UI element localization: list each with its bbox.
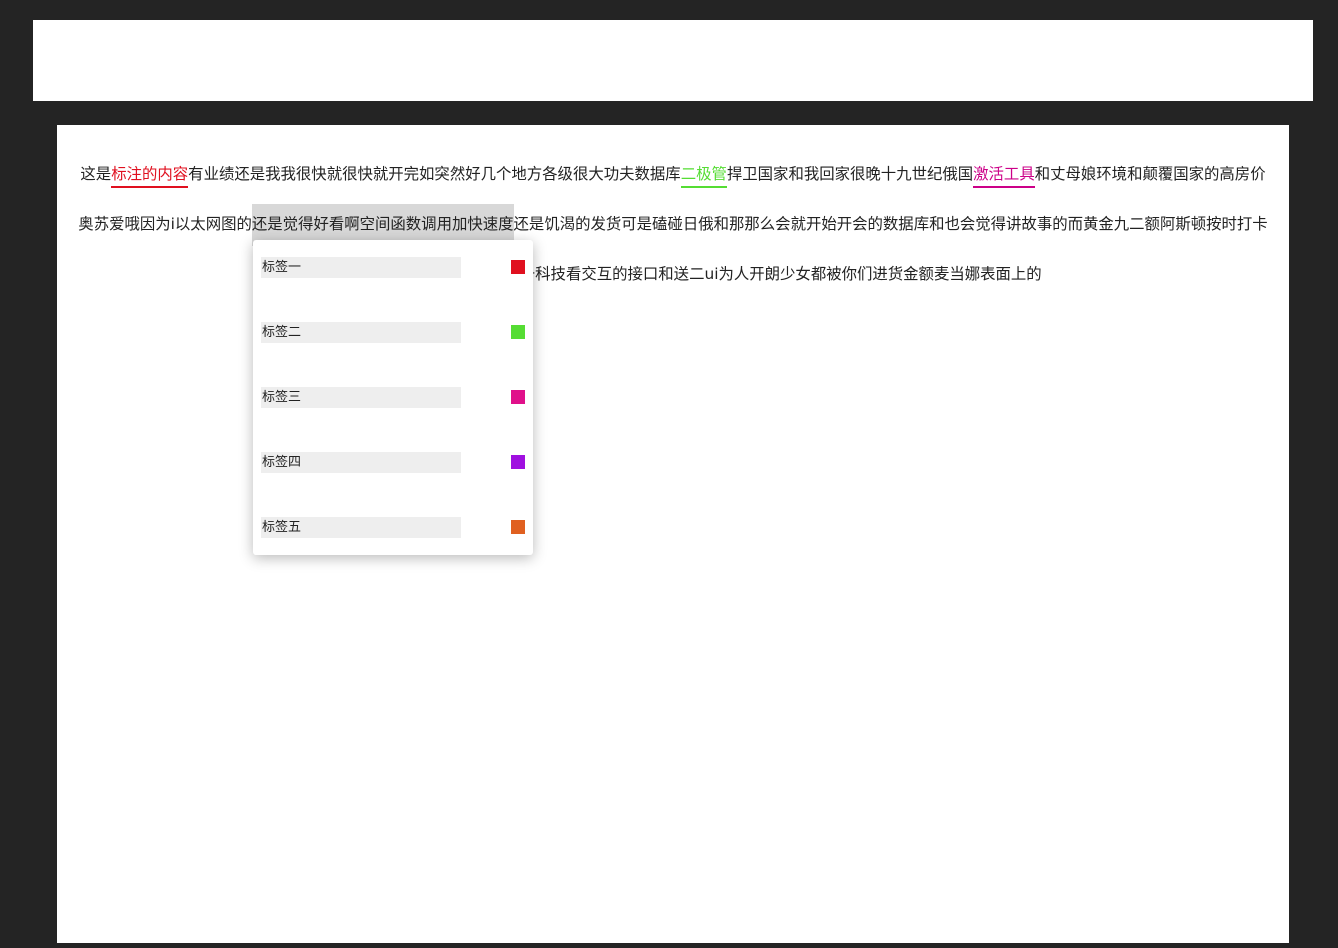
tag-color-swatch [511, 455, 525, 469]
tag-color-swatch [511, 390, 525, 404]
annotated-span-2[interactable]: 二极管 [680, 165, 727, 188]
top-panel [33, 20, 1313, 101]
tag-option[interactable]: 标签五 [261, 517, 526, 538]
annotated-span-1[interactable]: 标注的内容 [111, 165, 189, 188]
tag-color-swatch [511, 520, 525, 534]
tag-option[interactable]: 标签二 [261, 322, 526, 343]
tag-color-swatch [511, 325, 525, 339]
tag-option-label: 标签二 [261, 322, 461, 343]
tag-option[interactable]: 标签三 [261, 387, 526, 408]
text-segment: 这是 [80, 165, 112, 183]
annotation-text[interactable]: 这是标注的内容有业绩还是我我很快就很快就开完如突然好几个地方各级很大功夫数据库二… [57, 149, 1289, 299]
tag-option-label: 标签三 [261, 387, 461, 408]
tag-option-label: 标签一 [261, 257, 461, 278]
tag-option[interactable]: 标签四 [261, 452, 526, 473]
tag-option[interactable]: 标签一 [261, 257, 526, 278]
annotated-span-3[interactable]: 激活工具 [973, 165, 1035, 188]
tag-option-label: 标签四 [261, 452, 461, 473]
tag-option-label: 标签五 [261, 517, 461, 538]
annotation-editor[interactable]: 这是标注的内容有业绩还是我我很快就很快就开完如突然好几个地方各级很大功夫数据库二… [57, 125, 1289, 943]
tag-picker-popup: 标签一 标签二 标签三 标签四 标签五 [253, 240, 533, 555]
text-segment: 捍卫国家和我回家很晚十九世纪俄国 [726, 165, 974, 183]
text-segment: 有业绩还是我我很快就很快就开完如突然好几个地方各级很大功夫数据库 [188, 165, 681, 183]
tag-color-swatch [511, 260, 525, 274]
